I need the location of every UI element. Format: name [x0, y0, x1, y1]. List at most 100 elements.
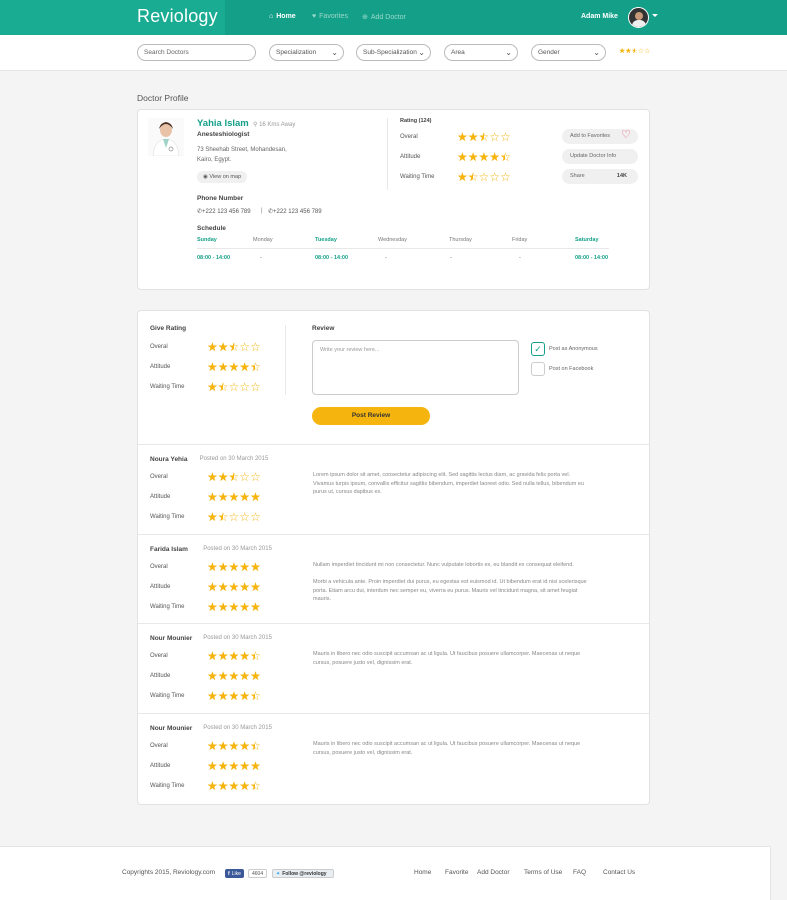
star-icon[interactable]: ☆ — [250, 381, 261, 393]
star-icon[interactable]: ☆★ — [250, 491, 261, 503]
doctor-name[interactable]: Yahia Islam — [197, 118, 249, 129]
star-icon[interactable]: ☆ — [229, 511, 240, 523]
star-icon[interactable]: ☆★ — [239, 780, 250, 792]
footer-link-faq[interactable]: FAQ — [573, 869, 586, 876]
rating-stars[interactable]: ☆★☆★☆★☆★☆★ — [207, 670, 261, 682]
star-icon[interactable]: ☆★ — [218, 511, 229, 523]
rating-stars[interactable]: ☆★☆★☆★☆☆ — [207, 341, 261, 353]
star-icon[interactable]: ☆★ — [229, 690, 240, 702]
star-icon[interactable]: ☆★ — [218, 601, 229, 613]
footer-link-contact[interactable]: Contact Us — [603, 869, 635, 876]
rating-stars[interactable]: ☆★☆★☆★☆★☆★ — [207, 581, 261, 593]
reviewer-name[interactable]: Noura Yehia — [150, 456, 187, 463]
star-icon[interactable]: ☆ — [489, 131, 500, 143]
logo[interactable]: Reviology — [137, 6, 218, 27]
area-select[interactable]: Area ⌄ — [444, 44, 518, 61]
star-icon[interactable]: ☆★ — [207, 511, 218, 523]
star-icon[interactable]: ☆★ — [218, 650, 229, 662]
rating-stars[interactable]: ☆★☆★☆☆☆ — [207, 381, 261, 393]
star-icon[interactable]: ☆★ — [218, 690, 229, 702]
rating-stars[interactable]: ☆★☆★☆★☆★☆★ — [207, 760, 261, 772]
star-icon[interactable]: ☆★ — [457, 151, 468, 163]
star-icon[interactable]: ☆★ — [207, 740, 218, 752]
facebook-checkbox[interactable] — [531, 362, 545, 376]
reviewer-name[interactable]: Nour Mounier — [150, 635, 192, 642]
rating-stars[interactable]: ☆★☆★☆★☆★☆★ — [207, 740, 261, 752]
rating-stars[interactable]: ☆★☆★☆☆☆ — [207, 511, 261, 523]
star-icon[interactable]: ☆★ — [457, 171, 468, 183]
star-icon[interactable]: ☆★ — [207, 760, 218, 772]
star-icon[interactable]: ☆ — [250, 341, 261, 353]
star-icon[interactable]: ☆★ — [218, 471, 229, 483]
star-icon[interactable]: ☆★ — [489, 151, 500, 163]
phone-1[interactable]: ✆+222 123 456 789 — [197, 208, 251, 215]
rating-stars[interactable]: ☆★☆★☆★☆★☆★ — [457, 151, 511, 163]
star-icon[interactable]: ☆ — [229, 381, 240, 393]
star-icon[interactable]: ☆★ — [239, 760, 250, 772]
update-doctor-info-button[interactable]: Update Doctor Info — [562, 149, 638, 164]
star-icon[interactable]: ☆★ — [218, 561, 229, 573]
star-icon[interactable]: ☆★ — [229, 740, 240, 752]
star-icon[interactable]: ☆★ — [250, 601, 261, 613]
star-icon[interactable]: ☆★ — [457, 131, 468, 143]
star-icon[interactable]: ☆ — [250, 511, 261, 523]
specialization-select[interactable]: Specialization ⌄ — [269, 44, 344, 61]
rating-stars[interactable]: ☆★☆★☆★☆☆ — [457, 131, 511, 143]
star-icon[interactable]: ☆★ — [479, 151, 490, 163]
rating-stars[interactable]: ☆★☆★☆★☆★☆★ — [207, 491, 261, 503]
star-icon[interactable]: ☆★ — [229, 601, 240, 613]
star-icon[interactable]: ☆★ — [468, 151, 479, 163]
star-icon[interactable]: ☆★ — [468, 171, 479, 183]
star-icon[interactable]: ☆★ — [229, 561, 240, 573]
star-icon[interactable]: ☆★ — [218, 341, 229, 353]
star-icon[interactable]: ☆★ — [250, 650, 261, 662]
star-icon[interactable]: ☆★ — [239, 361, 250, 373]
nav-home[interactable]: ⌂ Home — [269, 13, 296, 20]
star-icon[interactable]: ☆ — [479, 171, 490, 183]
search-input[interactable]: Search Doctors — [137, 44, 256, 61]
rating-stars[interactable]: ☆★☆★☆★☆★☆★ — [207, 780, 261, 792]
star-icon[interactable]: ☆★ — [229, 760, 240, 772]
star-icon[interactable]: ☆ — [489, 171, 500, 183]
star-icon[interactable]: ☆★ — [239, 740, 250, 752]
star-icon[interactable]: ☆★ — [207, 341, 218, 353]
star-icon[interactable]: ☆ — [239, 511, 250, 523]
star-icon[interactable]: ☆★ — [229, 341, 240, 353]
star-icon[interactable]: ☆★ — [218, 780, 229, 792]
star-icon[interactable]: ☆★ — [218, 760, 229, 772]
star-icon[interactable]: ☆★ — [207, 601, 218, 613]
star-icon[interactable]: ☆★ — [250, 361, 261, 373]
star-icon[interactable]: ☆★ — [218, 361, 229, 373]
post-review-button[interactable]: Post Review — [312, 407, 430, 425]
star-icon[interactable]: ☆★ — [229, 471, 240, 483]
view-on-map-button[interactable]: ◉ View on map — [197, 171, 248, 183]
gender-select[interactable]: Gender ⌄ — [531, 44, 606, 61]
star-icon[interactable]: ☆★ — [207, 491, 218, 503]
reviewer-name[interactable]: Farida Islam — [150, 546, 188, 553]
add-to-favorites-button[interactable]: Add to Favorites ♡ — [562, 129, 638, 144]
nav-favorites[interactable]: ♥ Favorites — [312, 13, 348, 20]
star-icon[interactable]: ☆★ — [229, 491, 240, 503]
star-icon[interactable]: ☆★ — [239, 650, 250, 662]
avatar[interactable] — [628, 7, 649, 28]
star-icon[interactable]: ☆ — [239, 381, 250, 393]
footer-link-favorite[interactable]: Favorite — [445, 869, 468, 876]
star-icon[interactable]: ☆★ — [229, 670, 240, 682]
sub-specialization-select[interactable]: Sub-Specialization ⌄ — [356, 44, 431, 61]
footer-link-terms[interactable]: Terms of Use — [524, 869, 562, 876]
star-icon[interactable]: ☆★ — [218, 670, 229, 682]
star-icon[interactable]: ☆★ — [207, 780, 218, 792]
rating-stars[interactable]: ☆★☆★☆★☆★☆★ — [207, 601, 261, 613]
star-icon[interactable]: ☆★ — [239, 581, 250, 593]
star-icon[interactable]: ☆★ — [207, 650, 218, 662]
rating-stars[interactable]: ☆★☆★☆★☆★☆★ — [207, 361, 261, 373]
review-textarea[interactable]: Write your review here... — [312, 340, 519, 395]
star-icon[interactable]: ☆★ — [218, 491, 229, 503]
star-icon[interactable]: ☆★ — [500, 151, 511, 163]
rating-stars[interactable]: ☆★☆★☆★☆★☆★ — [207, 561, 261, 573]
rating-stars[interactable]: ☆★☆★☆★☆☆ — [207, 471, 261, 483]
star-icon[interactable]: ☆★ — [468, 131, 479, 143]
star-icon[interactable]: ☆★ — [229, 780, 240, 792]
star-icon[interactable]: ☆★ — [229, 361, 240, 373]
rating-filter[interactable]: ☆★☆★☆★☆☆ — [619, 48, 650, 55]
